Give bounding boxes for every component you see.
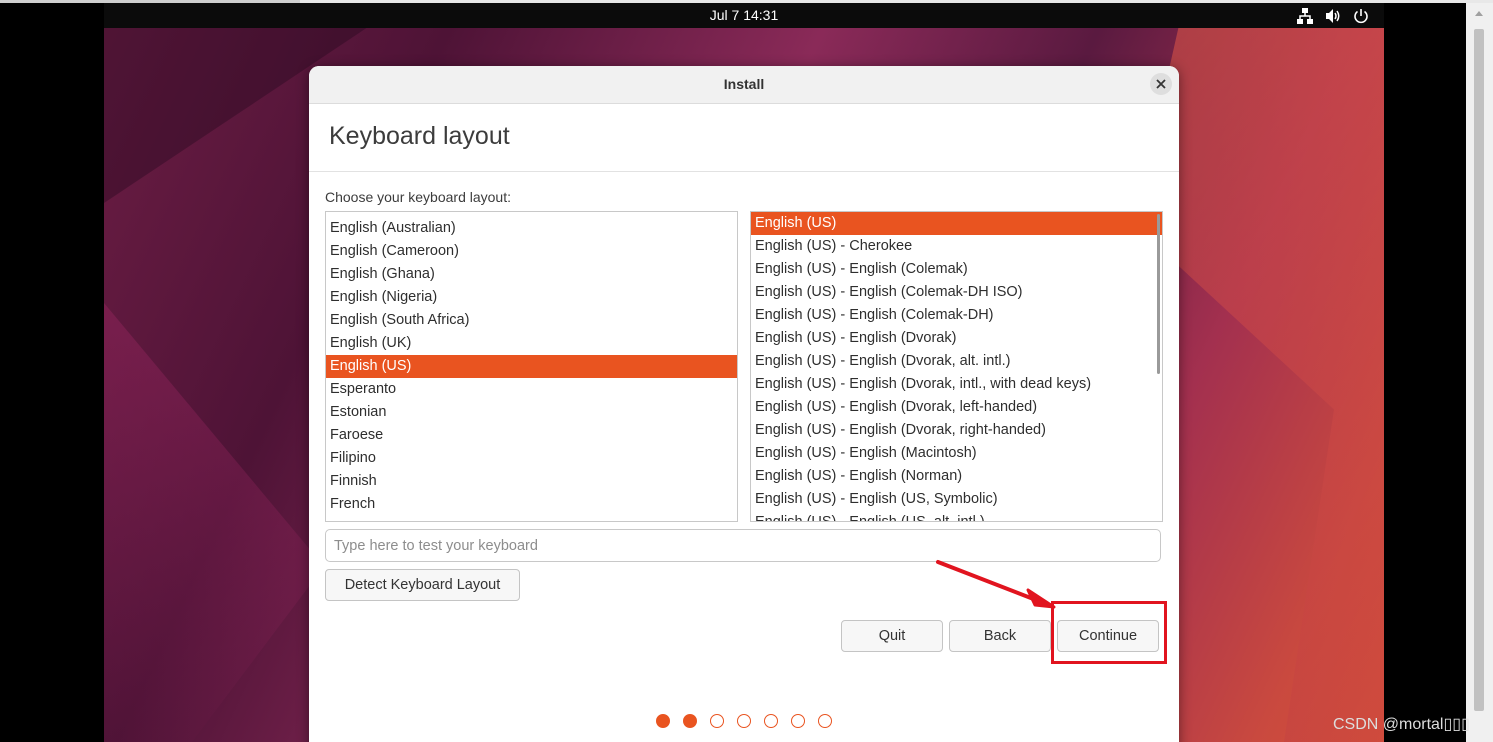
variant-list-item[interactable]: English (US) - English (Dvorak, right-ha… xyxy=(751,419,1162,442)
variant-list-item[interactable]: English (US) - English (Dvorak, left-han… xyxy=(751,396,1162,419)
variant-list-item[interactable]: English (US) - English (Norman) xyxy=(751,465,1162,488)
variant-list-item[interactable]: English (US) - English (Dvorak) xyxy=(751,327,1162,350)
progress-dot xyxy=(737,714,751,728)
detect-keyboard-layout-button[interactable]: Detect Keyboard Layout xyxy=(325,569,520,601)
progress-dots xyxy=(309,714,1179,733)
variant-list-item[interactable]: English (US) - English (US, alt. intl.) xyxy=(751,511,1162,521)
layout-list-item[interactable]: English (Cameroon) xyxy=(326,240,737,263)
watermark: CSDN @mortal▯▯▯ xyxy=(1333,716,1470,733)
top-bar: Jul 7 14:31 xyxy=(104,3,1384,28)
window-title: Install xyxy=(723,76,765,92)
variant-list-item[interactable]: English (US) - English (Dvorak, intl., w… xyxy=(751,373,1162,396)
variant-list-item[interactable]: English (US) - English (Colemak-DH ISO) xyxy=(751,281,1162,304)
layout-list-item[interactable]: English (South Africa) xyxy=(326,309,737,332)
variant-list-item[interactable]: English (US) xyxy=(751,212,1162,235)
layout-list-item[interactable]: Finnish xyxy=(326,470,737,493)
window-titlebar[interactable]: Install xyxy=(309,66,1179,104)
variant-list-item[interactable]: English (US) - Cherokee xyxy=(751,235,1162,258)
letterbox-left xyxy=(0,3,104,742)
variant-list-item[interactable]: English (US) - English (Colemak) xyxy=(751,258,1162,281)
variant-list-item[interactable]: English (US) - English (US, Symbolic) xyxy=(751,488,1162,511)
letterbox-right xyxy=(1384,3,1466,742)
progress-dot xyxy=(656,714,670,728)
progress-dot xyxy=(791,714,805,728)
host-scrollbar-thumb[interactable] xyxy=(1474,29,1484,711)
power-icon[interactable] xyxy=(1352,7,1370,25)
annotation-arrow-icon xyxy=(936,560,1056,609)
layout-prompt-label: Choose your keyboard layout: xyxy=(325,189,511,205)
layout-list-partial-item xyxy=(326,212,330,217)
host-scrollbar[interactable] xyxy=(1466,3,1493,742)
annotation-highlight-box xyxy=(1051,601,1167,664)
progress-dot xyxy=(710,714,724,728)
variant-list-scrollbar[interactable] xyxy=(1157,214,1160,374)
back-button[interactable]: Back xyxy=(949,620,1051,652)
layout-list-item[interactable]: English (US) xyxy=(326,355,737,378)
desktop: Jul 7 14:31 Install Keyboard layout Choo… xyxy=(104,3,1384,742)
page-title: Keyboard layout xyxy=(329,122,510,150)
layout-list-item[interactable]: English (Australian) xyxy=(326,217,737,240)
quit-button[interactable]: Quit xyxy=(841,620,943,652)
progress-dot xyxy=(818,714,832,728)
layout-list[interactable]: English (Australian) English (Cameroon) En… xyxy=(325,211,738,522)
layout-list-item[interactable]: English (Ghana) xyxy=(326,263,737,286)
layout-list-item[interactable]: Estonian xyxy=(326,401,737,424)
header-divider xyxy=(309,171,1179,172)
system-tray[interactable] xyxy=(1296,6,1370,26)
progress-dot xyxy=(764,714,778,728)
clock[interactable]: Jul 7 14:31 xyxy=(104,3,1384,28)
close-button[interactable] xyxy=(1150,73,1172,95)
network-icon[interactable] xyxy=(1296,7,1314,25)
volume-icon[interactable] xyxy=(1324,7,1342,25)
install-window: Install Keyboard layout Choose your keyb… xyxy=(309,66,1179,742)
variant-list-item[interactable]: English (US) - English (Colemak-DH) xyxy=(751,304,1162,327)
variant-list[interactable]: English (US) English (US) - Cherokee Engli… xyxy=(750,211,1163,522)
variant-list-item[interactable]: English (US) - English (Dvorak, alt. int… xyxy=(751,350,1162,373)
progress-dot xyxy=(683,714,697,728)
layout-list-item[interactable]: Filipino xyxy=(326,447,737,470)
close-icon xyxy=(1156,79,1166,89)
layout-list-item[interactable]: English (UK) xyxy=(326,332,737,355)
variant-list-item[interactable]: English (US) - English (Macintosh) xyxy=(751,442,1162,465)
layout-list-item[interactable]: French xyxy=(326,493,737,516)
scroll-up-arrow-icon[interactable] xyxy=(1475,11,1483,16)
layout-list-item[interactable]: Faroese xyxy=(326,424,737,447)
layout-list-item[interactable]: English (Nigeria) xyxy=(326,286,737,309)
layout-list-item[interactable]: Esperanto xyxy=(326,378,737,401)
